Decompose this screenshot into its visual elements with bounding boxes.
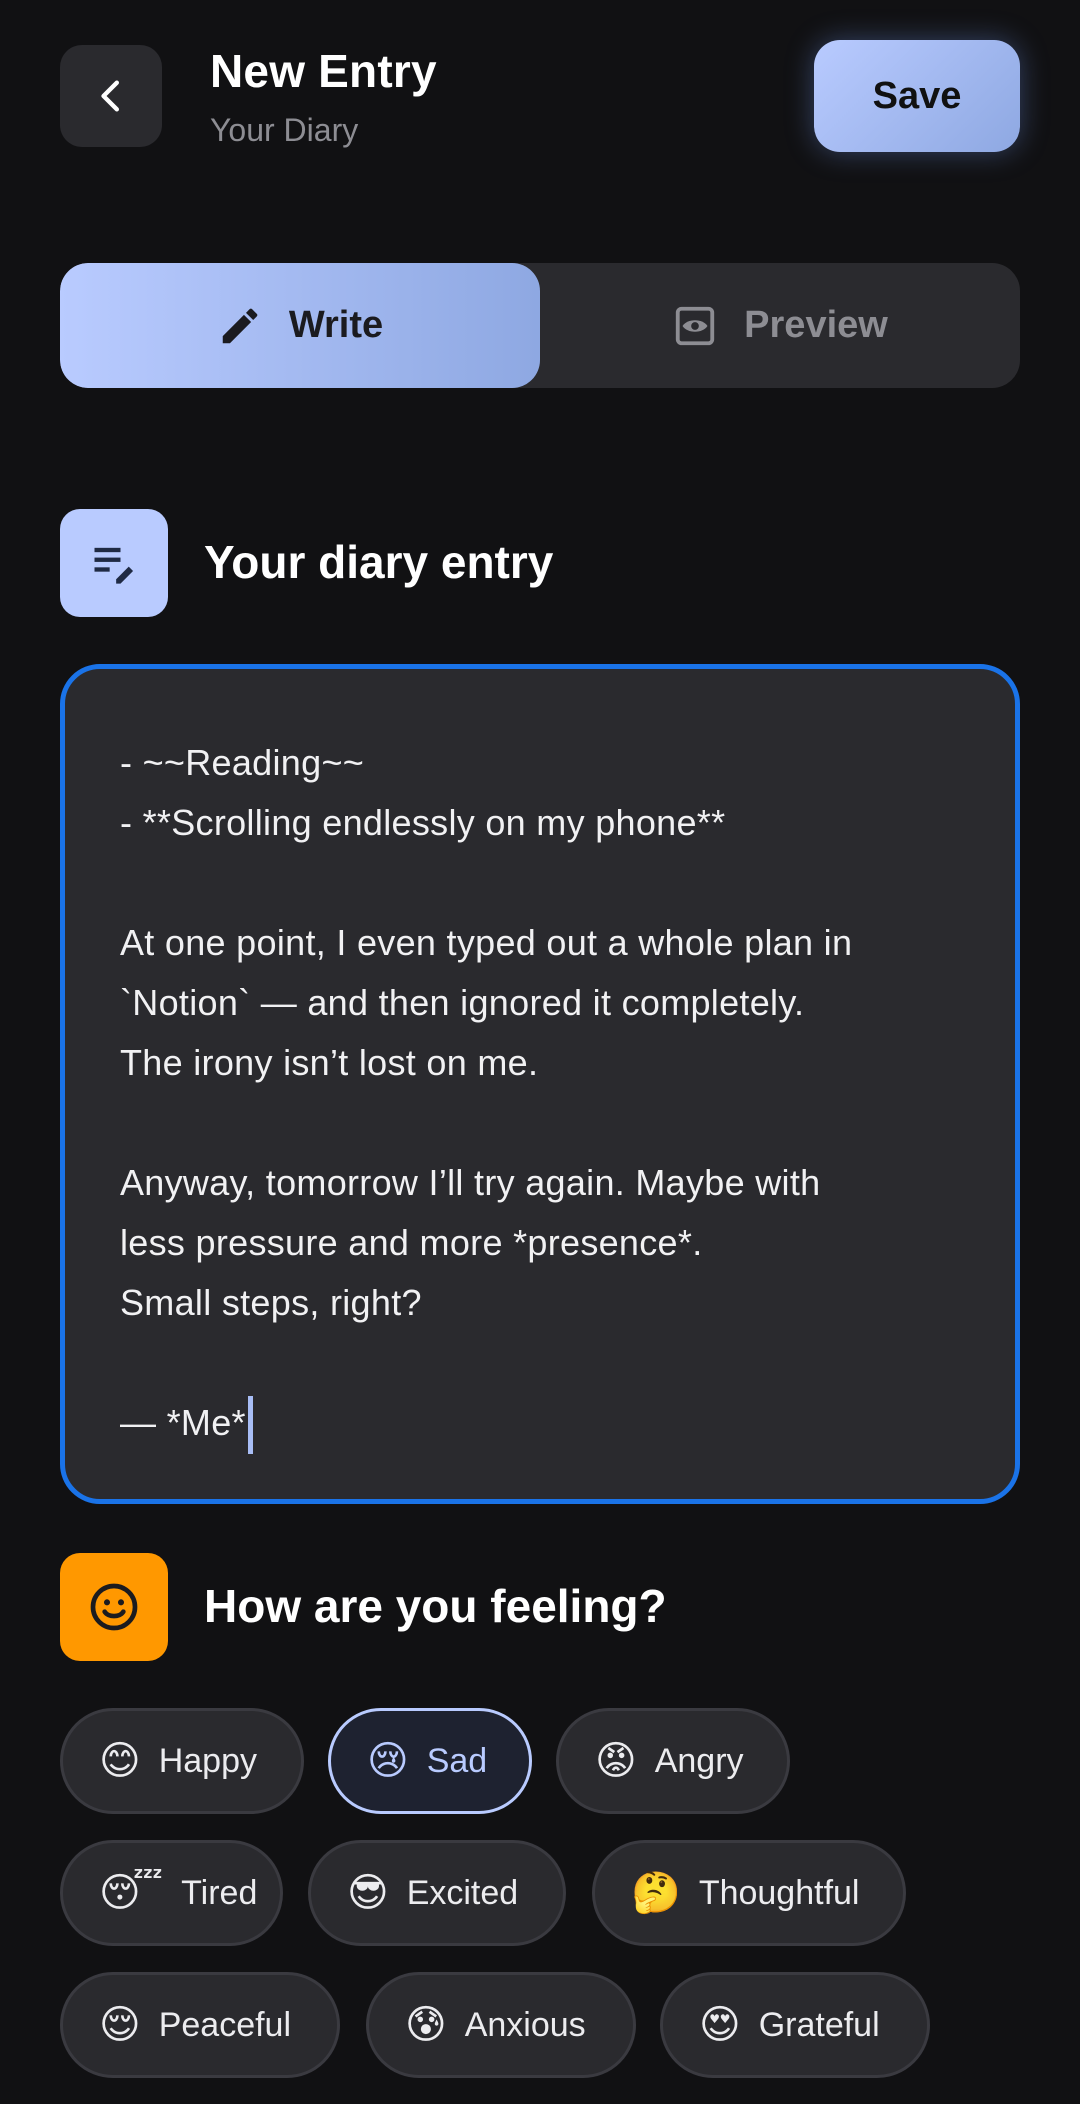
tab-preview[interactable]: Preview (540, 263, 1020, 388)
tab-write-label: Write (288, 304, 384, 346)
editor-line: The irony isn’t lost on me. (120, 1042, 539, 1083)
back-button[interactable] (60, 45, 162, 147)
mood-label: Excited (406, 1873, 519, 1912)
edit-note-icon (60, 509, 168, 617)
tab-preview-label: Preview (744, 304, 888, 346)
editor-line: At one point, I even typed out a whole p… (120, 922, 853, 963)
editor-line: - ~~Reading~~ (120, 742, 365, 783)
grateful-emoji-icon: 😍 (699, 2003, 741, 2047)
mood-chip-grateful[interactable]: 😍 Grateful (660, 1972, 930, 2078)
editor-last-line: — *Me* (120, 1393, 960, 1455)
mood-row: 😌 Peaceful 😰 Anxious 😍 Grateful (60, 1972, 1020, 2080)
thoughtful-emoji-icon: 🤔 (631, 1871, 681, 1915)
mood-chip-thoughtful[interactable]: 🤔 Thoughtful (592, 1840, 906, 1946)
text-cursor (247, 1396, 253, 1455)
happy-emoji-icon: 😊 (99, 1739, 141, 1783)
mood-chip-group: 😊 Happy 😢 Sad 😡 Angry 😴 Tired 😎 Excited … (60, 1708, 1020, 2104)
mood-chip-angry[interactable]: 😡 Angry (556, 1708, 790, 1814)
eye-icon (676, 306, 715, 345)
mood-label: Happy (158, 1741, 257, 1780)
mood-label: Peaceful (158, 2005, 292, 2044)
editor-line: `Notion` — and then ignored it completel… (120, 982, 805, 1023)
mood-label: Anxious (464, 2005, 586, 2044)
mood-chip-tired[interactable]: 😴 Tired (60, 1840, 283, 1946)
mood-chip-sad[interactable]: 😢 Sad (328, 1708, 532, 1814)
tired-emoji-icon: 😴 (99, 1871, 164, 1915)
mood-label: Angry (654, 1741, 744, 1780)
tab-write[interactable]: Write (60, 263, 540, 388)
mood-label: Tired (181, 1873, 258, 1912)
mood-row: 😊 Happy 😢 Sad 😡 Angry (60, 1708, 1020, 1816)
editor-line-text: — *Me* (120, 1402, 246, 1443)
page-title: New Entry (210, 45, 437, 97)
diary-text-area[interactable]: - ~~Reading~~ - **Scrolling endlessly on… (60, 664, 1020, 1504)
chevron-left-icon (101, 80, 120, 112)
editor-line: Anyway, tomorrow I’ll try again. Maybe w… (120, 1162, 821, 1203)
smiley-icon (60, 1553, 168, 1661)
mood-chip-anxious[interactable]: 😰 Anxious (366, 1972, 636, 2078)
excited-emoji-icon: 😎 (347, 1871, 389, 1915)
mood-section-header: How are you feeling? (60, 1553, 1020, 1661)
mood-section-title: How are you feeling? (204, 1580, 667, 1632)
entry-section-title: Your diary entry (204, 536, 554, 588)
anxious-emoji-icon: 😰 (405, 2003, 447, 2047)
mood-chip-peaceful[interactable]: 😌 Peaceful (60, 1972, 340, 2078)
mood-label: Thoughtful (698, 1873, 860, 1912)
mood-label: Sad (426, 1741, 488, 1780)
mode-tabs: Write Preview (60, 263, 1020, 388)
mood-chip-excited[interactable]: 😎 Excited (308, 1840, 566, 1946)
angry-emoji-icon: 😡 (595, 1739, 637, 1783)
mood-row: 😴 Tired 😎 Excited 🤔 Thoughtful (60, 1840, 1020, 1948)
sad-emoji-icon: 😢 (367, 1739, 409, 1783)
mood-chip-happy[interactable]: 😊 Happy (60, 1708, 304, 1814)
mood-label: Grateful (758, 2005, 880, 2044)
entry-section-header: Your diary entry (60, 509, 1020, 617)
pencil-icon (222, 308, 258, 343)
editor-line: Small steps, right? (120, 1282, 422, 1323)
page-subtitle: Your Diary (210, 112, 359, 148)
save-button[interactable]: Save (814, 40, 1020, 152)
header: New Entry Your Diary Save (60, 40, 1020, 160)
peaceful-emoji-icon: 😌 (99, 2003, 141, 2047)
editor-line: less pressure and more *presence*. (120, 1222, 703, 1263)
editor-line: - **Scrolling endlessly on my phone** (120, 802, 726, 843)
